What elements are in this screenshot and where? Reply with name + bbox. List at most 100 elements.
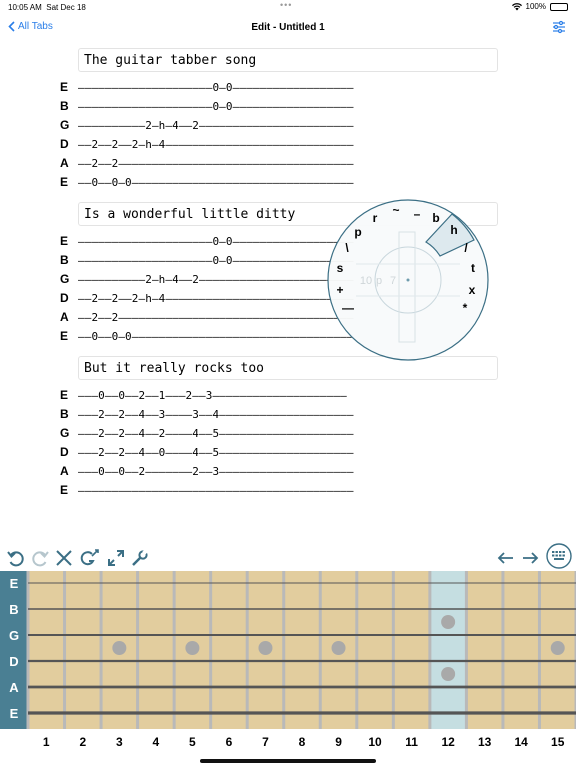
string-name: E [60, 175, 69, 189]
radial-option[interactable]: + [336, 283, 343, 297]
tab-notes: ——2——2——2—h—4———————————————————————————… [78, 138, 354, 151]
home-indicator[interactable] [200, 759, 376, 763]
fret-number: 15 [551, 735, 565, 749]
arrow-left-icon[interactable] [496, 548, 516, 568]
tab-line[interactable]: E ————————————————————0—0————————————————… [60, 78, 500, 97]
navigation-bar: All Tabs Edit - Untitled 1 [0, 14, 576, 42]
fret-marker [258, 641, 273, 655]
fret-wire [99, 571, 103, 729]
string-name: A [60, 464, 69, 478]
tab-notes: ———0——0——2———————2——3———————————————————… [78, 465, 354, 478]
radial-option[interactable]: x [469, 283, 476, 297]
string-name: D [60, 445, 69, 459]
fretboard-wood [0, 571, 576, 729]
tab-line[interactable]: G ———2——2——4——2————4——5——————————————————… [60, 424, 500, 443]
tab-notes: ———2——2——4——2————4——5———————————————————… [78, 427, 354, 440]
fret-number: 4 [152, 735, 160, 749]
fret-wire [464, 571, 468, 729]
string-name: B [60, 407, 69, 421]
chevron-left-icon [8, 21, 15, 32]
radial-option[interactable]: ~ [392, 203, 399, 217]
radial-option[interactable]: s [337, 261, 344, 275]
tab-line[interactable]: B ———2——2——4——3————3——4——————————————————… [60, 405, 500, 424]
radial-option[interactable]: h [450, 223, 457, 237]
radial-option[interactable]: b [432, 211, 439, 225]
string-name: B [60, 253, 69, 267]
string-name: D [60, 137, 69, 151]
technique-radial-menu[interactable]: pr~ – bh/tx*—+s\ 10 p 7 [326, 196, 490, 364]
fret-wire [26, 571, 30, 729]
radial-option[interactable]: t [471, 261, 475, 275]
expand-icon[interactable] [106, 548, 126, 568]
back-label: All Tabs [18, 21, 53, 32]
fret-wire [245, 571, 249, 729]
string-name: G [60, 426, 70, 440]
section-caption[interactable]: The guitar tabber song [78, 48, 498, 72]
tab-line[interactable]: D ———2——2——4——0————4——5——————————————————… [60, 443, 500, 462]
tab-notes: ————————————————————0—0—————————————————… [78, 81, 354, 94]
fret-number: 12 [441, 735, 455, 749]
tab-line[interactable]: A ———0——0——2———————2——3——————————————————… [60, 462, 500, 481]
status-time: 10:05 AM Sat Dec 18 [8, 3, 86, 12]
tab-notes: ——2——2——————————————————————————————————… [78, 157, 354, 170]
fret-marker [441, 615, 456, 629]
fret-wire [428, 571, 432, 729]
radial-option[interactable]: — [342, 301, 354, 315]
wrench-icon[interactable] [130, 548, 150, 568]
radial-inner-value: p [376, 275, 382, 287]
tab-line[interactable]: G ——————————2—h—4——2—————————————————————… [60, 116, 500, 135]
status-bar: 10:05 AM Sat Dec 18 ••• 100% [0, 0, 576, 14]
tab-line[interactable]: E ——0——0—0———————————————————————————————… [60, 173, 500, 192]
arrow-right-icon[interactable] [520, 548, 540, 568]
tab-line[interactable]: D ——2——2——2—h—4——————————————————————————… [60, 135, 500, 154]
fret-number: 8 [298, 735, 306, 749]
fret-wire [391, 571, 395, 729]
back-button[interactable]: All Tabs [8, 21, 53, 32]
redo-icon[interactable] [30, 548, 50, 568]
fret-wire [318, 571, 322, 729]
tab-line[interactable]: A ——2——2—————————————————————————————————… [60, 154, 500, 173]
tab-notes: ——0——0—0————————————————————————————————… [78, 330, 354, 343]
fretboard-string-label: B [9, 602, 18, 617]
fret-wire [209, 571, 213, 729]
fret-wire [282, 571, 286, 729]
fret-marker [112, 641, 127, 655]
tab-notes: ————————————————————————————————————————… [78, 484, 354, 497]
tab-notes: ———0——0——2——1———2——3———————————————————— [78, 389, 347, 402]
tab-notes: ————————————————————0—0—————————————————… [78, 235, 354, 248]
tab-notes: ——2——2——2—h—4———————————————————————————… [78, 292, 354, 305]
guitar-icon[interactable] [80, 548, 100, 568]
string-name: G [60, 272, 70, 286]
string-name: E [60, 234, 69, 248]
fret-number: 6 [225, 735, 233, 749]
radial-inner-value: 10 [360, 275, 372, 287]
fret-numbers: 1 2 3 4 5 6 7 8 9 10 11 12 13 14 15 [0, 730, 576, 754]
string-name: E [60, 483, 69, 497]
keyboard-icon[interactable] [546, 543, 572, 569]
radial-option[interactable]: r [373, 211, 378, 225]
radial-inner-value: 7 [390, 275, 396, 287]
fret-marker [441, 667, 456, 681]
fret-wire [355, 571, 359, 729]
tab-notes: ———2——2——4——3————3——4———————————————————… [78, 408, 354, 421]
fret-marker [185, 641, 200, 655]
fret-number: 3 [115, 735, 123, 749]
tab-line[interactable]: E ———————————————————————————————————————… [60, 481, 500, 500]
fret-number: 13 [477, 735, 492, 749]
tab-line[interactable]: B ————————————————————0—0————————————————… [60, 97, 500, 116]
radial-option[interactable]: * [463, 301, 468, 315]
radial-option[interactable]: – [414, 207, 421, 221]
multitask-dots[interactable]: ••• [280, 0, 292, 10]
tab-line[interactable]: E ———0——0——2——1———2——3———————————————————… [60, 386, 500, 405]
string-name: E [60, 329, 69, 343]
fret-number: 5 [189, 735, 196, 749]
fretboard[interactable]: EBGDAE [0, 571, 576, 729]
undo-icon[interactable] [6, 548, 26, 568]
fret-marker [331, 641, 346, 655]
sliders-icon[interactable] [552, 20, 566, 34]
string-name: A [60, 310, 69, 324]
fret-number: 11 [405, 735, 418, 749]
tab-notes: ——0——0—0————————————————————————————————… [78, 176, 354, 189]
radial-option[interactable]: p [354, 225, 361, 239]
close-icon[interactable] [54, 548, 74, 568]
